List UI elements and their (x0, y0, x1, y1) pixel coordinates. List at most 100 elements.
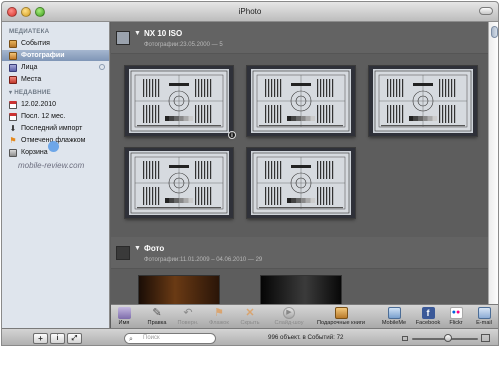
faces-status-icon (99, 64, 105, 70)
toolbar-button-label: Facebook (415, 320, 441, 326)
email-icon (477, 307, 491, 319)
sidebar-item-recent-date[interactable]: 12.02.2010 (2, 99, 109, 110)
title-bar[interactable]: iPhoto (2, 2, 498, 22)
flag-icon: ⚑ (9, 135, 17, 145)
facebook-button[interactable]: f Facebook (413, 307, 443, 326)
vertical-scrollbar[interactable] (488, 22, 498, 304)
resolution-chart-image (251, 151, 351, 215)
toolbar-toggle-button[interactable] (479, 7, 493, 15)
email-button[interactable]: E-mail (469, 307, 498, 326)
trash-icon (9, 148, 17, 157)
info-button[interactable]: i (50, 333, 65, 344)
photo-thumbnail[interactable] (125, 148, 233, 218)
test-chart-pattern (374, 70, 472, 132)
sidebar-item-last-12-months[interactable]: Посл. 12 мес. (2, 111, 109, 122)
search-icon: ⌕ (129, 336, 133, 343)
sidebar: МЕДИАТЕКА События Фотографии Лица Места … (2, 22, 110, 328)
add-button[interactable]: + (33, 333, 48, 344)
places-icon (9, 75, 17, 84)
event-header[interactable]: ▼ NX 10 ISO Фотографии:23.05.2000 — 5 (111, 22, 488, 54)
sidebar-item-photos[interactable]: Фотографии (2, 50, 109, 61)
sidebar-item-places[interactable]: Места (2, 74, 109, 85)
photo-browser[interactable]: ▼ NX 10 ISO Фотографии:23.05.2000 — 5 i … (111, 22, 488, 304)
event-subtitle: Фотографии:11.01.2009 – 04.06.2010 — 29 (144, 257, 263, 263)
flickr-icon: ●● (449, 307, 463, 319)
fullscreen-button[interactable]: ⤢ (67, 333, 82, 344)
toolbar-button-label: Скрыть (240, 320, 260, 326)
library-section-header: МЕДИАТЕКА (9, 28, 50, 35)
calendar-icon (9, 112, 17, 121)
name-button[interactable]: Имя (109, 307, 139, 326)
test-chart-pattern (130, 70, 228, 132)
photo-thumbnail[interactable] (247, 148, 355, 218)
photo-thumbnail[interactable] (139, 276, 219, 304)
slideshow-icon: ▶ (283, 307, 295, 319)
edit-icon: ✎ (152, 307, 162, 319)
photo-thumbnail[interactable] (261, 276, 341, 304)
name-icon (117, 307, 131, 319)
events-icon (9, 39, 17, 48)
sidebar-item-last-import[interactable]: ⬇ Последний импорт (2, 123, 109, 134)
photo-thumbnail[interactable]: i (125, 66, 236, 139)
event-header[interactable]: ▼ Фото Фотографии:11.01.2009 – 04.06.201… (111, 237, 488, 269)
event-subtitle: Фотографии:23.05.2000 — 5 (144, 42, 223, 48)
sidebar-item-faces[interactable]: Лица (2, 62, 109, 73)
slideshow-button[interactable]: ▶ Слайд-шоу (271, 307, 307, 326)
event-title: Фото (144, 244, 165, 253)
toolbar-button-label: Поверн. (177, 320, 199, 326)
toolbar-button-label: MobileMe (381, 320, 407, 326)
mobileme-button[interactable]: MobileMe (377, 307, 411, 326)
resolution-chart-image (373, 69, 473, 133)
resolution-chart-image (129, 151, 229, 215)
small-thumbnail-icon (402, 336, 408, 341)
toolbar-button-label: Правка (147, 320, 167, 326)
gift-books-icon (334, 307, 348, 319)
sidebar-item-label: Фотографии (21, 52, 65, 59)
toolbar-button-label: Слайд-шоу (274, 320, 304, 326)
hide-button[interactable]: ✕ Скрыть (235, 307, 265, 326)
sidebar-item-label: Лица (21, 64, 38, 71)
recent-header-label: НЕДАВНИЕ (14, 89, 51, 96)
search-field[interactable]: ⌕ Поиск (124, 333, 216, 344)
test-chart-pattern (130, 152, 228, 214)
zoom-slider[interactable] (402, 334, 490, 343)
disclosure-triangle-icon[interactable]: ▼ (134, 30, 141, 37)
sidebar-item-label: Последний импорт (21, 125, 83, 132)
gift-books-button[interactable]: Подарочные книги (311, 307, 371, 326)
disclosure-triangle-icon[interactable]: ▼ (134, 245, 141, 252)
flag-icon: ⚑ (214, 307, 224, 319)
info-icon[interactable]: i (228, 131, 236, 139)
watermark: mobile-review.com (18, 161, 85, 170)
toolbar-button-label: Flickr (449, 320, 463, 326)
flickr-button[interactable]: ●● Flickr (441, 307, 471, 326)
iphoto-window: iPhoto МЕДИАТЕКА События Фотографии Лица… (1, 1, 499, 346)
facebook-icon: f (421, 307, 435, 319)
hide-icon: ✕ (245, 307, 255, 319)
photo-thumbnail[interactable] (369, 66, 477, 136)
test-chart-pattern (252, 152, 350, 214)
calendar-icon (9, 100, 17, 109)
zoom-knob[interactable] (444, 334, 453, 342)
test-chart-pattern (252, 70, 350, 132)
photos-icon (9, 51, 17, 60)
resolution-chart-image (129, 69, 229, 133)
mouse-pointer-highlight (48, 141, 59, 152)
photo-thumbnail[interactable] (247, 66, 355, 136)
faces-icon (9, 63, 17, 72)
edit-button[interactable]: ✎ Правка (142, 307, 172, 326)
recent-section-header: ▾ НЕДАВНИЕ (9, 89, 51, 96)
bottom-bar: + i ⤢ ⌕ Поиск 996 объект. в Событий: 72 (2, 328, 498, 345)
toolbar-button-label: Флажок (209, 320, 229, 326)
toolbar-button-label: Подарочные книги (317, 320, 365, 326)
sidebar-item-label: 12.02.2010 (21, 101, 57, 108)
mobileme-icon (387, 307, 401, 319)
sidebar-item-label: Посл. 12 мес. (21, 113, 66, 120)
event-title: NX 10 ISO (144, 29, 183, 38)
rotate-button[interactable]: ↶ Поверн. (173, 307, 203, 326)
sidebar-item-events[interactable]: События (2, 38, 109, 49)
status-text: 996 объект. в Событий: 72 (268, 334, 344, 341)
event-key-photo (116, 31, 130, 45)
scroll-thumb[interactable] (491, 26, 498, 38)
search-placeholder: Поиск (143, 335, 160, 341)
flag-button[interactable]: ⚑ Флажок (204, 307, 234, 326)
